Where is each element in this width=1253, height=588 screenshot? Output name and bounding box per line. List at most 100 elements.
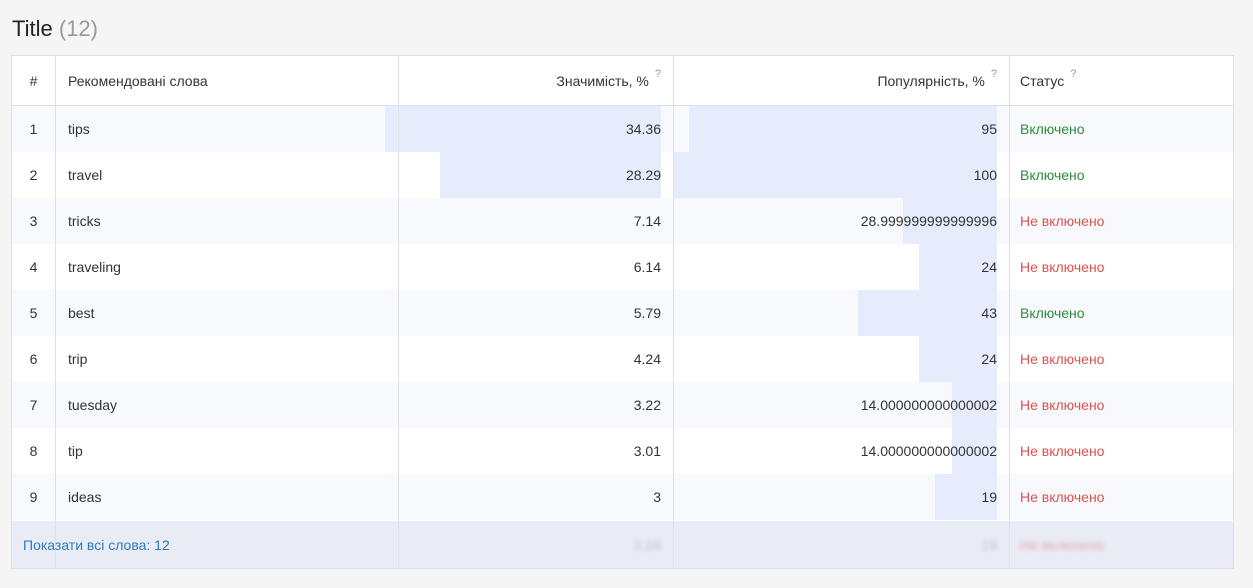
- row-number: 6: [12, 336, 55, 382]
- status-badge: Не включено: [1009, 474, 1233, 520]
- significance: 3: [398, 474, 673, 520]
- row-number-value: 5: [29, 305, 38, 321]
- status-badge: Не включено: [1009, 382, 1233, 428]
- significance-value: 3.01: [633, 443, 661, 459]
- page-title: Title: [12, 16, 53, 41]
- title-count: (12): [58, 16, 98, 41]
- page-heading: Title (12): [12, 14, 98, 44]
- significance-value: 3.22: [633, 397, 661, 413]
- row-number-value: 9: [29, 489, 38, 505]
- significance: 5.79: [398, 290, 673, 336]
- popularity-value: 100: [973, 167, 997, 183]
- row-number: 9: [12, 474, 55, 520]
- table-row: 8 tip 3.01 14.000000000000002 Не включено: [12, 428, 1233, 474]
- status-badge-value: Не включено: [1020, 489, 1105, 505]
- keyword-value: traveling: [68, 259, 121, 275]
- table-header: # Рекомендовані слова Значимість, % ? По…: [12, 56, 1233, 106]
- row-number: 7: [12, 382, 55, 428]
- keyword: tips: [55, 106, 398, 152]
- significance: 3.22: [398, 382, 673, 428]
- status-badge: Включено: [1009, 106, 1233, 152]
- keyword-value: ideas: [68, 489, 102, 505]
- row-number: 8: [12, 428, 55, 474]
- significance: 34.36: [398, 106, 673, 152]
- popularity-value: 14.000000000000002: [860, 443, 997, 459]
- column-header-word: Рекомендовані слова: [68, 72, 208, 89]
- row-number: 5: [12, 290, 55, 336]
- help-icon[interactable]: ?: [655, 68, 661, 80]
- keyword: ideas: [55, 474, 398, 520]
- significance: 6.14: [398, 244, 673, 290]
- column-header-significance-label: Значимість, %: [556, 72, 649, 89]
- row-number: 4: [12, 244, 55, 290]
- status-badge-value: Включено: [1020, 305, 1085, 321]
- popularity-value: 24: [981, 259, 997, 275]
- popularity: 100: [673, 152, 1009, 198]
- popularity-value: 14.000000000000002: [860, 397, 997, 413]
- status-badge-value: Не включено: [1020, 259, 1105, 275]
- significance-value: 34.36: [625, 121, 661, 137]
- column-divider: [673, 56, 674, 568]
- popularity-value: 24: [981, 351, 997, 367]
- status-badge: Включено: [1009, 290, 1233, 336]
- table-row: 3 tricks 7.14 28.999999999999996 Не включено: [12, 198, 1233, 244]
- status-badge: Включено: [1009, 152, 1233, 198]
- significance-value: 3: [653, 489, 661, 505]
- status-badge: Не включено: [1009, 198, 1233, 244]
- popularity: 14.000000000000002: [673, 382, 1009, 428]
- column-divider: [398, 56, 399, 568]
- status-badge-value: Не включено: [1020, 351, 1105, 367]
- column-header-status: Статус ?: [1009, 56, 1233, 105]
- faded-status: Не включено: [1020, 537, 1105, 553]
- status-badge-value: Не включено: [1020, 213, 1105, 229]
- keyword-value: tip: [68, 443, 83, 459]
- status-badge: Не включено: [1009, 244, 1233, 290]
- popularity: 95: [673, 106, 1009, 152]
- status-badge-value: Включено: [1020, 167, 1085, 183]
- keyword: best: [55, 290, 398, 336]
- table-row: 7 tuesday 3.22 14.000000000000002 Не включен…: [12, 382, 1233, 428]
- popularity: 14.000000000000002: [673, 428, 1009, 474]
- show-all-words-link[interactable]: Показати всі слова: 12: [23, 521, 170, 568]
- popularity: 19: [673, 474, 1009, 520]
- significance-value: 5.79: [633, 305, 661, 321]
- keyword: tuesday: [55, 382, 398, 428]
- popularity-value: 19: [981, 489, 997, 505]
- popularity: 28.999999999999996: [673, 198, 1009, 244]
- status-badge-value: Включено: [1020, 121, 1085, 137]
- table-row: 1 tips 34.36 95 Включено: [12, 106, 1233, 152]
- faded-popularity: 19: [981, 537, 997, 553]
- footer-faded-row: 2.18 19 Не включено: [12, 521, 1233, 568]
- column-header-popularity[interactable]: Популярність, % ?: [673, 56, 1009, 105]
- help-icon[interactable]: ?: [1070, 68, 1076, 80]
- column-divider: [55, 56, 56, 568]
- keyword: tip: [55, 428, 398, 474]
- row-number-value: 8: [29, 443, 38, 459]
- popularity-value: 28.999999999999996: [860, 213, 997, 229]
- table-row: 6 trip 4.24 24 Не включено: [12, 336, 1233, 382]
- row-number-value: 2: [29, 167, 38, 183]
- keyword-value: tuesday: [68, 397, 118, 413]
- keyword-value: tips: [68, 121, 90, 137]
- popularity-value: 43: [981, 305, 997, 321]
- keyword: traveling: [55, 244, 398, 290]
- keyword-value: travel: [68, 167, 103, 183]
- popularity: 24: [673, 244, 1009, 290]
- table-row: 2 travel 28.29 100 Включено: [12, 152, 1233, 198]
- popularity-value: 95: [981, 121, 997, 137]
- significance: 3.01: [398, 428, 673, 474]
- significance-value: 6.14: [633, 259, 661, 275]
- column-header-popularity-label: Популярність, %: [877, 72, 985, 89]
- popularity: 43: [673, 290, 1009, 336]
- status-badge: Не включено: [1009, 428, 1233, 474]
- status-badge-value: Не включено: [1020, 443, 1105, 459]
- help-icon[interactable]: ?: [991, 68, 997, 80]
- significance-value: 28.29: [625, 167, 661, 183]
- column-header-significance[interactable]: Значимість, % ?: [398, 56, 673, 105]
- status-badge-value: Не включено: [1020, 397, 1105, 413]
- keyword: tricks: [55, 198, 398, 244]
- significance: 28.29: [398, 152, 673, 198]
- significance: 7.14: [398, 198, 673, 244]
- faded-significance: 2.18: [633, 537, 661, 553]
- keyword: travel: [55, 152, 398, 198]
